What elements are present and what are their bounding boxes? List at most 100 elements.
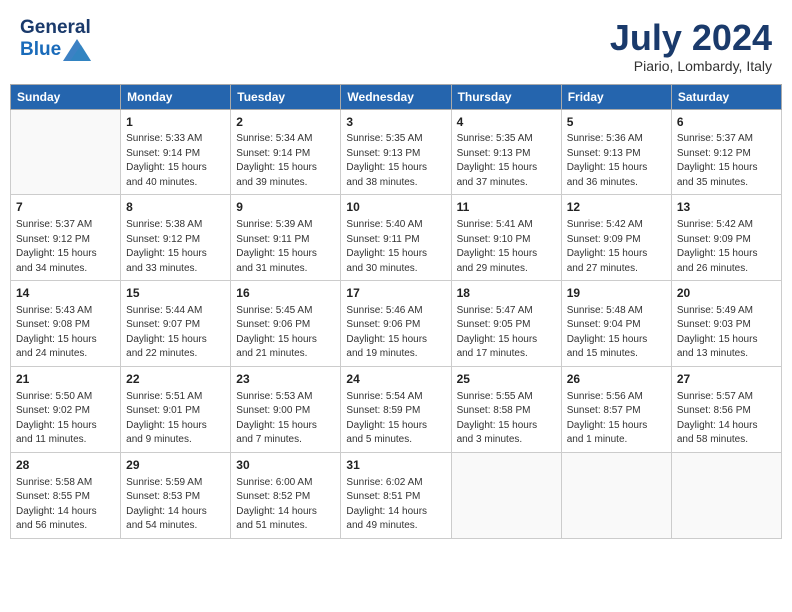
calendar-day-cell: 15 Sunrise: 5:44 AMSunset: 9:07 PMDayligh… [121,281,231,367]
day-number: 26 [567,371,666,388]
day-info: Sunrise: 5:35 AMSunset: 9:13 PMDaylight:… [457,132,556,190]
calendar-day-cell: 24Sunrise: 5:54 AMSunset: 8:59 PMDayligh… [341,366,451,452]
calendar-day-cell: 3Sunrise: 5:35 AMSunset: 9:13 PMDaylight… [341,109,451,195]
location: Piario, Lombardy, Italy [610,58,772,74]
calendar-day-cell: 27 Sunrise: 5:57 AMSunset: 8:56 PMDayligh… [671,366,781,452]
day-info: Sunrise: 5:48 AMSunset: 9:04 PMDaylight:… [567,304,666,362]
calendar-day-cell [451,452,561,538]
calendar-day-cell [561,452,671,538]
weekday-header: Monday [121,84,231,109]
calendar-day-cell: 17 Sunrise: 5:46 AMSunset: 9:06 PMDayligh… [341,281,451,367]
calendar-day-cell: 28Sunrise: 5:58 AMSunset: 8:55 PMDayligh… [11,452,121,538]
calendar-day-cell [671,452,781,538]
calendar-day-cell: 18 Sunrise: 5:47 AMSunset: 9:05 PMDayligh… [451,281,561,367]
day-number: 3 [346,114,445,131]
day-info: Sunrise: 5:46 AMSunset: 9:06 PMDaylight:… [346,304,445,362]
weekday-header: Saturday [671,84,781,109]
day-info: Sunrise: 5:42 AMSunset: 9:09 PMDaylight:… [677,218,776,276]
day-number: 23 [236,371,335,388]
day-number: 20 [677,285,776,302]
calendar-day-cell: 20 Sunrise: 5:49 AMSunset: 9:03 PMDayligh… [671,281,781,367]
day-info: Sunrise: 6:00 AMSunset: 8:52 PMDaylight:… [236,476,335,534]
day-number: 18 [457,285,556,302]
calendar-header-row: SundayMondayTuesdayWednesdayThursdayFrid… [11,84,782,109]
day-info: Sunrise: 5:40 AMSunset: 9:11 PMDaylight:… [346,218,445,276]
calendar-day-cell [11,109,121,195]
day-number: 6 [677,114,776,131]
day-number: 10 [346,199,445,216]
calendar-day-cell: 31Sunrise: 6:02 AMSunset: 8:51 PMDayligh… [341,452,451,538]
day-number: 7 [16,199,115,216]
weekday-header: Friday [561,84,671,109]
day-number: 30 [236,457,335,474]
calendar-day-cell: 6Sunrise: 5:37 AMSunset: 9:12 PMDaylight… [671,109,781,195]
calendar-day-cell: 16Sunrise: 5:45 AMSunset: 9:06 PMDayligh… [231,281,341,367]
day-number: 13 [677,199,776,216]
day-info: Sunrise: 5:42 AMSunset: 9:09 PMDaylight:… [567,218,666,276]
day-info: Sunrise: 5:50 AMSunset: 9:02 PMDaylight:… [16,390,115,448]
day-number: 15 [126,285,225,302]
day-info: Sunrise: 5:38 AMSunset: 9:12 PMDaylight:… [126,218,225,276]
title-block: July 2024 Piario, Lombardy, Italy [610,18,772,74]
day-info: Sunrise: 5:56 AMSunset: 8:57 PMDaylight:… [567,390,666,448]
day-number: 11 [457,199,556,216]
weekday-header: Tuesday [231,84,341,109]
calendar-week-row: 28Sunrise: 5:58 AMSunset: 8:55 PMDayligh… [11,452,782,538]
logo-general: General [20,18,91,39]
calendar-week-row: 14Sunrise: 5:43 AMSunset: 9:08 PMDayligh… [11,281,782,367]
calendar-day-cell: 7 Sunrise: 5:37 AMSunset: 9:12 PMDaylight… [11,195,121,281]
calendar-day-cell: 19 Sunrise: 5:48 AMSunset: 9:04 PMDayligh… [561,281,671,367]
day-number: 29 [126,457,225,474]
calendar-day-cell: 8 Sunrise: 5:38 AMSunset: 9:12 PMDaylight… [121,195,231,281]
day-info: Sunrise: 5:39 AMSunset: 9:11 PMDaylight:… [236,218,335,276]
day-info: Sunrise: 5:34 AMSunset: 9:14 PMDaylight:… [236,132,335,190]
day-info: Sunrise: 5:57 AMSunset: 8:56 PMDaylight:… [677,390,776,448]
day-number: 19 [567,285,666,302]
month-title: July 2024 [610,18,772,58]
calendar-day-cell: 5Sunrise: 5:36 AMSunset: 9:13 PMDaylight… [561,109,671,195]
page-header: General Blue July 2024 Piario, Lombardy,… [10,10,782,78]
day-info: Sunrise: 5:35 AMSunset: 9:13 PMDaylight:… [346,132,445,190]
day-number: 12 [567,199,666,216]
weekday-header: Sunday [11,84,121,109]
day-number: 17 [346,285,445,302]
day-number: 25 [457,371,556,388]
calendar-day-cell: 25 Sunrise: 5:55 AMSunset: 8:58 PMDayligh… [451,366,561,452]
logo-blue: Blue [20,40,61,61]
day-number: 5 [567,114,666,131]
day-number: 16 [236,285,335,302]
day-number: 24 [346,371,445,388]
day-info: Sunrise: 5:37 AMSunset: 9:12 PMDaylight:… [677,132,776,190]
calendar-week-row: 21Sunrise: 5:50 AMSunset: 9:02 PMDayligh… [11,366,782,452]
day-number: 9 [236,199,335,216]
day-info: Sunrise: 5:53 AMSunset: 9:00 PMDaylight:… [236,390,335,448]
calendar-day-cell: 12 Sunrise: 5:42 AMSunset: 9:09 PMDayligh… [561,195,671,281]
calendar-day-cell: 11Sunrise: 5:41 AMSunset: 9:10 PMDayligh… [451,195,561,281]
day-number: 4 [457,114,556,131]
day-number: 14 [16,285,115,302]
day-number: 1 [126,114,225,131]
calendar-day-cell: 13 Sunrise: 5:42 AMSunset: 9:09 PMDayligh… [671,195,781,281]
day-info: Sunrise: 5:37 AMSunset: 9:12 PMDaylight:… [16,218,115,276]
logo: General Blue [20,18,91,63]
weekday-header: Wednesday [341,84,451,109]
calendar-day-cell: 26 Sunrise: 5:56 AMSunset: 8:57 PMDayligh… [561,366,671,452]
day-number: 28 [16,457,115,474]
weekday-header: Thursday [451,84,561,109]
day-number: 8 [126,199,225,216]
calendar-day-cell: 14Sunrise: 5:43 AMSunset: 9:08 PMDayligh… [11,281,121,367]
calendar-day-cell: 21Sunrise: 5:50 AMSunset: 9:02 PMDayligh… [11,366,121,452]
day-info: Sunrise: 5:44 AMSunset: 9:07 PMDaylight:… [126,304,225,362]
day-number: 22 [126,371,225,388]
day-info: Sunrise: 5:55 AMSunset: 8:58 PMDaylight:… [457,390,556,448]
day-info: Sunrise: 5:33 AMSunset: 9:14 PMDaylight:… [126,132,225,190]
calendar-day-cell: 23 Sunrise: 5:53 AMSunset: 9:00 PMDayligh… [231,366,341,452]
calendar-day-cell: 30 Sunrise: 6:00 AMSunset: 8:52 PMDayligh… [231,452,341,538]
day-number: 27 [677,371,776,388]
day-info: Sunrise: 5:49 AMSunset: 9:03 PMDaylight:… [677,304,776,362]
calendar-day-cell: 1Sunrise: 5:33 AMSunset: 9:14 PMDaylight… [121,109,231,195]
day-info: Sunrise: 6:02 AMSunset: 8:51 PMDaylight:… [346,476,445,534]
day-number: 2 [236,114,335,131]
day-info: Sunrise: 5:59 AMSunset: 8:53 PMDaylight:… [126,476,225,534]
day-info: Sunrise: 5:47 AMSunset: 9:05 PMDaylight:… [457,304,556,362]
